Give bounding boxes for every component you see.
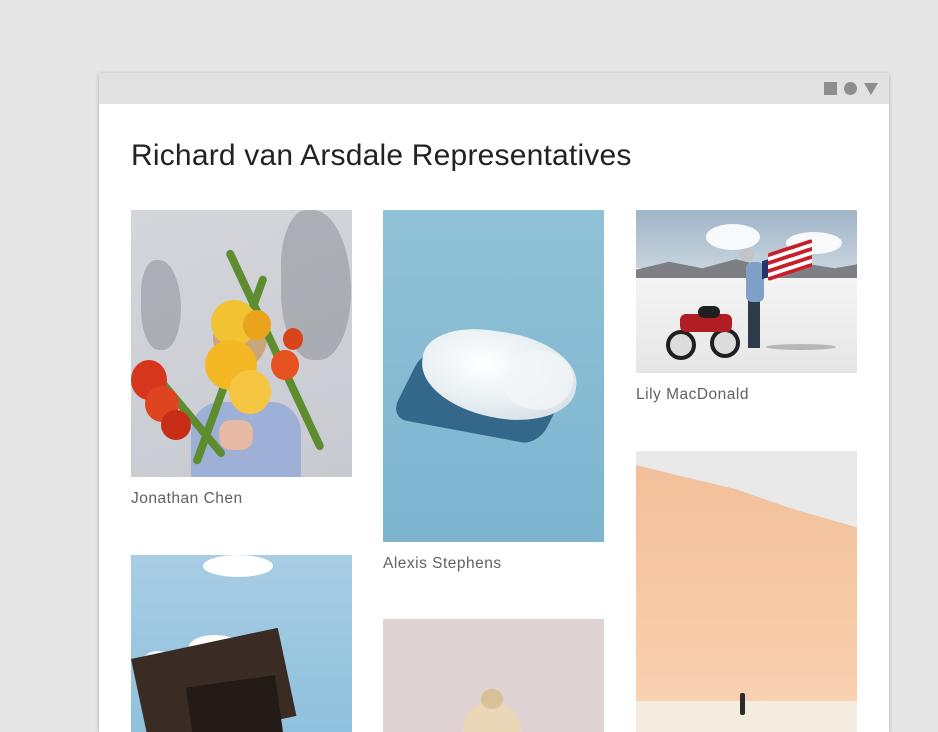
window-titlebar: [99, 73, 889, 104]
gallery-card-jonathan-chen[interactable]: Jonathan Chen: [131, 210, 352, 508]
triangle-down-icon[interactable]: [864, 82, 878, 95]
window-controls: [824, 82, 878, 95]
gallery-card-6[interactable]: [636, 451, 857, 732]
circle-icon[interactable]: [844, 82, 857, 95]
photo-sky-book[interactable]: [131, 555, 352, 732]
gallery-card-5[interactable]: [383, 619, 604, 732]
gallery-card-4[interactable]: [131, 555, 352, 732]
square-icon[interactable]: [824, 82, 837, 95]
app-window: Richard van Arsdale Representatives Jona…: [99, 73, 889, 732]
card-caption[interactable]: Lily MacDonald: [636, 386, 857, 404]
photo-crystal[interactable]: [383, 210, 604, 542]
gallery-card-lily-macdonald[interactable]: Lily MacDonald: [636, 210, 857, 404]
gallery-card-alexis-stephens[interactable]: Alexis Stephens: [383, 210, 604, 573]
photo-motorbike[interactable]: [636, 210, 857, 373]
page-title: Richard van Arsdale Representatives: [131, 139, 632, 172]
photo-desert-dune[interactable]: [636, 451, 857, 732]
photo-flowers[interactable]: [131, 210, 352, 477]
card-caption[interactable]: Jonathan Chen: [131, 490, 352, 508]
card-caption[interactable]: Alexis Stephens: [383, 555, 604, 573]
photo-pink-portrait[interactable]: [383, 619, 604, 732]
